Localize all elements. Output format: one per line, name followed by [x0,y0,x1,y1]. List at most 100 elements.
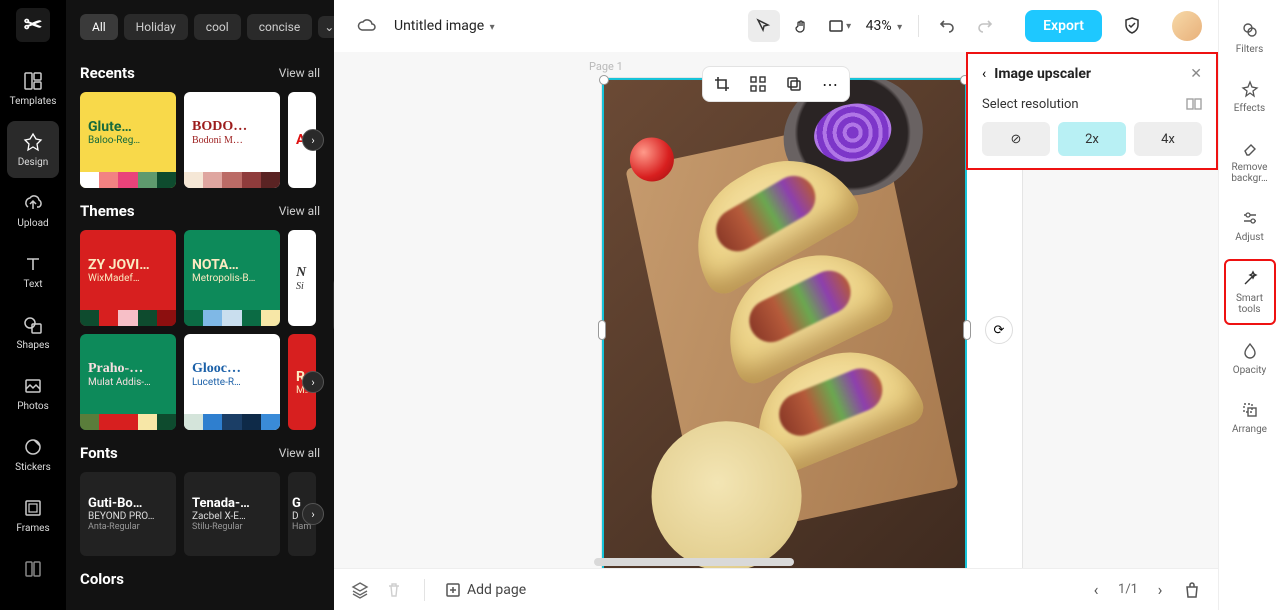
chip-holiday[interactable]: Holiday [124,14,188,40]
undo-button[interactable] [931,10,963,42]
chip-cool[interactable]: cool [194,14,241,40]
themes-row-2: Praho-…Mulat Addis-… Glooc…Lucette-R… Ru… [80,334,320,430]
opacity-icon [1240,341,1260,361]
shapes-icon [22,314,44,336]
templates-label: Templates [10,96,57,107]
arrange-rail[interactable]: Arrange [1224,392,1276,443]
zoom-level[interactable]: 43% ▾ [862,18,907,34]
recents-row: Glute…Baloo-Reg… BODO…Bodoni M… A › [80,92,320,188]
opacity-rail[interactable]: Opacity [1224,333,1276,384]
layout-icon [22,558,44,580]
close-icon[interactable]: ✕ [1190,66,1202,82]
font-card[interactable]: Guti-Bo… BEYOND PRO… Anta-Regular [80,472,176,556]
cloud-icon[interactable] [350,10,382,42]
scroll-right-icon[interactable]: › [302,129,324,151]
themes-title: Themes [80,202,135,220]
add-page-label: Add page [467,582,526,598]
upload-tool[interactable]: Upload [7,182,59,239]
rail-label: Adjust [1235,232,1264,243]
avatar[interactable] [1172,11,1202,41]
rail-label: Filters [1236,44,1264,55]
right-rail: Filters Effects Remove backgr… Adjust Sm… [1218,0,1280,610]
chips-more[interactable]: ⌄ [318,16,334,38]
layout-tool[interactable] [7,548,59,594]
magic-wand-icon [1240,269,1260,289]
separator [424,579,425,601]
more-icon[interactable]: ⋯ [819,73,841,95]
fonts-view-all[interactable]: View all [279,446,320,460]
canvas-page[interactable] [602,78,1022,568]
add-page-button[interactable]: Add page [445,582,526,598]
topbar: Untitled image ▾ ▾ 43% ▾ Export [334,0,1218,52]
smart-select-icon[interactable] [747,73,769,95]
resolution-2x[interactable]: 2x [1058,122,1126,156]
compare-icon[interactable] [1186,96,1202,112]
redo-button[interactable] [969,10,1001,42]
resolution-4x[interactable]: 4x [1134,122,1202,156]
chevron-down-icon: ▾ [897,22,902,33]
resolution-none[interactable]: ⊘ [982,122,1050,156]
theme-card[interactable]: ZY JOVI…WixMadef… [80,230,176,326]
canvas-image[interactable] [602,78,967,568]
font-sub2: Anta-Regular [88,522,168,532]
back-icon[interactable]: ‹ [982,66,986,82]
add-page-icon [445,582,461,598]
chip-all[interactable]: All [80,14,118,40]
fonts-title: Fonts [80,444,118,462]
filters-rail[interactable]: Filters [1224,12,1276,63]
chevron-down-icon: ▾ [490,22,495,33]
text-tool[interactable]: Text [7,243,59,300]
recent-card[interactable]: BODO…Bodoni M… [184,92,280,188]
card-title: N [296,265,308,281]
smart-tools-rail[interactable]: Smart tools [1224,259,1276,325]
filter-chips: All Holiday cool concise ⌄ [80,0,320,50]
font-main: Guti-Bo… [88,496,168,511]
app-logo[interactable]: ✂ [16,8,50,42]
theme-card[interactable]: NSi [288,230,316,326]
bottom-bar: Add page ‹ 1/1 › [334,568,1218,610]
recents-title: Recents [80,64,135,82]
upload-label: Upload [17,218,48,229]
document-title[interactable]: Untitled image ▾ [394,18,495,34]
prev-page-icon[interactable]: ‹ [1086,580,1106,600]
theme-card[interactable]: Glooc…Lucette-R… [184,334,280,430]
recent-card[interactable]: Glute…Baloo-Reg… [80,92,176,188]
effects-rail[interactable]: Effects [1224,71,1276,122]
horizontal-scrollbar[interactable] [594,558,794,566]
next-page-icon[interactable]: › [1150,580,1170,600]
resize-dropdown[interactable]: ▾ [824,10,856,42]
export-button[interactable]: Export [1025,10,1102,42]
font-card[interactable]: Tenada-… Zacbel X-E… Stilu-Regular [184,472,280,556]
adjust-rail[interactable]: Adjust [1224,200,1276,251]
photos-tool[interactable]: Photos [7,365,59,422]
design-tool[interactable]: Design [7,121,59,178]
themes-view-all[interactable]: View all [279,204,320,218]
scroll-right-icon[interactable]: › [302,503,324,525]
card-title: Praho-… [88,361,168,377]
card-sub: Lucette-R… [192,377,272,388]
shopping-bag-icon[interactable] [1182,580,1202,600]
themes-row-1: ZY JOVI…WixMadef… NOTA…Metropolis-B… NSi [80,230,320,326]
stickers-tool[interactable]: Stickers [7,426,59,483]
page-count: 1/1 [1118,582,1138,597]
crop-icon[interactable] [711,73,733,95]
hand-tool[interactable] [786,10,818,42]
pointer-tool[interactable] [748,10,780,42]
scroll-right-icon[interactable]: › [302,371,324,393]
canvas-area[interactable]: Page 1 ⋯ [334,52,1218,568]
remove-bg-rail[interactable]: Remove backgr… [1224,130,1276,192]
recents-view-all[interactable]: View all [279,66,320,80]
frames-tool[interactable]: Frames [7,487,59,544]
templates-tool[interactable]: Templates [7,60,59,117]
separator [918,15,919,37]
chip-concise[interactable]: concise [247,14,313,40]
theme-card[interactable]: NOTA…Metropolis-B… [184,230,280,326]
delete-icon[interactable] [384,580,404,600]
copy-icon[interactable] [783,73,805,95]
card-sub: Mulat Addis-… [88,377,168,388]
theme-card[interactable]: Praho-…Mulat Addis-… [80,334,176,430]
shapes-tool[interactable]: Shapes [7,304,59,361]
shield-icon[interactable] [1116,10,1148,42]
layers-icon[interactable] [350,580,370,600]
card-title: Glooc… [192,361,272,377]
